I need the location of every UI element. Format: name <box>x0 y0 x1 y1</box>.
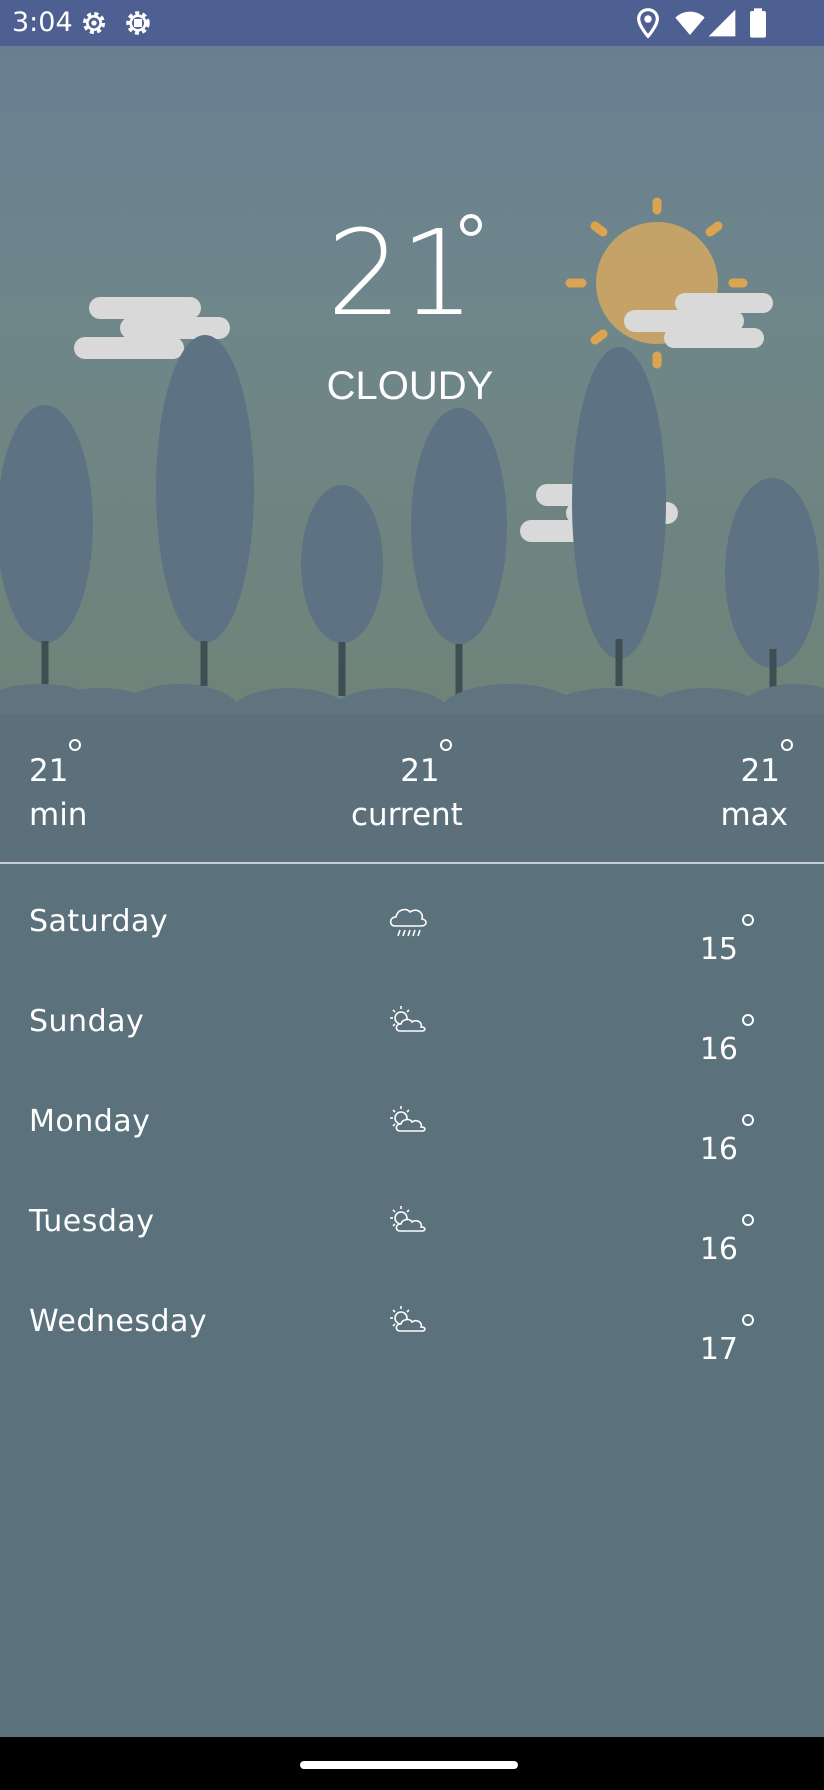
wifi-icon <box>675 11 705 35</box>
day-temp: 15 <box>699 932 738 967</box>
day-temp: 16 <box>699 1232 738 1267</box>
degree-icon <box>460 214 482 236</box>
gear-icon <box>126 11 150 35</box>
forecast-row[interactable]: Sunday 16 <box>0 1004 824 1104</box>
degree-icon <box>742 1314 754 1326</box>
partly-cloudy-icon <box>390 1306 426 1332</box>
forecast-row[interactable]: Tuesday 16 <box>0 1204 824 1304</box>
max-label: max <box>720 797 788 833</box>
degree-icon <box>780 739 793 751</box>
summary-current: 21 current <box>351 739 463 833</box>
day-name: Sunday <box>29 1004 145 1039</box>
weather-hero: 21 CLOUDY <box>0 46 824 723</box>
partly-cloudy-icon <box>390 1206 426 1232</box>
degree-icon <box>440 739 453 751</box>
rain-cloud-icon <box>389 908 427 937</box>
battery-icon <box>750 8 766 38</box>
status-time: 3:04 <box>12 7 73 38</box>
day-temp: 16 <box>699 1032 738 1067</box>
home-gesture-handle[interactable] <box>300 1761 518 1769</box>
divider <box>0 862 824 864</box>
summary-max: 21 max <box>720 739 793 833</box>
degree-icon <box>742 1014 754 1026</box>
degree-icon <box>742 1114 754 1126</box>
day-temp: 16 <box>699 1132 738 1167</box>
day-name: Wednesday <box>29 1304 208 1339</box>
partly-cloudy-icon <box>390 1006 426 1032</box>
min-temp: 21 <box>29 753 69 789</box>
day-temp: 17 <box>699 1332 738 1367</box>
location-pin-icon <box>637 8 659 39</box>
navigation-bar <box>0 1737 824 1790</box>
temperature-summary: 21 min 21 current 21 max <box>0 723 824 863</box>
forecast-row[interactable]: Saturday 15 <box>0 904 824 1004</box>
signal-icon <box>708 9 736 37</box>
degree-icon <box>69 739 81 751</box>
partly-cloudy-icon <box>390 1106 426 1132</box>
forecast-row[interactable]: Wednesday 17 <box>0 1304 824 1404</box>
status-bar: 3:04 <box>0 0 824 46</box>
degree-icon <box>742 914 754 926</box>
current-label: current <box>351 797 463 833</box>
day-name: Tuesday <box>29 1204 155 1239</box>
weather-condition: CLOUDY <box>326 364 494 408</box>
day-name: Saturday <box>29 904 169 939</box>
day-name: Monday <box>29 1104 151 1139</box>
max-temp: 21 <box>740 753 780 789</box>
degree-icon <box>742 1214 754 1226</box>
min-label: min <box>29 797 88 833</box>
summary-min: 21 min <box>29 739 88 833</box>
forecast-row[interactable]: Monday 16 <box>0 1104 824 1204</box>
gear-icon <box>82 11 106 35</box>
current-temp: 21 <box>400 753 440 789</box>
